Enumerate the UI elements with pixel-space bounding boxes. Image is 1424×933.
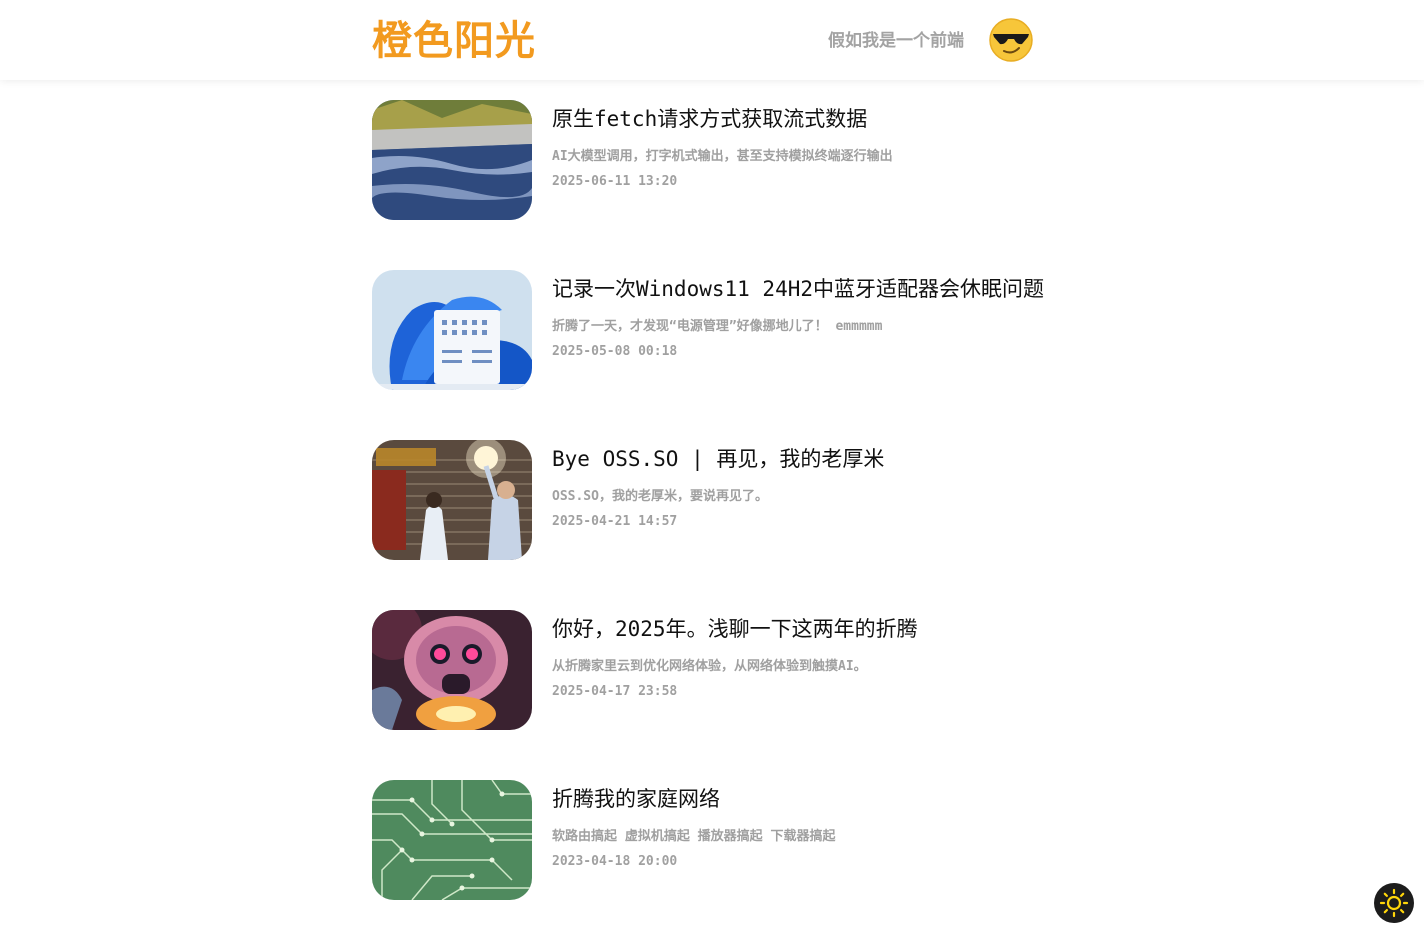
- post-item[interactable]: 原生fetch请求方式获取流式数据 AI大模型调用，打字机式输出，甚至支持模拟终…: [372, 100, 1052, 220]
- post-date: 2025-04-21 14:57: [552, 514, 678, 529]
- site-logo[interactable]: 橙色阳光: [372, 16, 536, 66]
- post-date: 2025-04-17 23:58: [552, 684, 678, 699]
- post-title[interactable]: 折腾我的家庭网络: [552, 784, 720, 814]
- post-title[interactable]: 记录一次Windows11 24H2中蓝牙适配器会休眠问题: [552, 274, 1044, 304]
- theme-toggle-button[interactable]: [1374, 883, 1414, 923]
- movie-scene-image[interactable]: [372, 440, 532, 560]
- post-item[interactable]: 折腾我的家庭网络 软路由搞起 虚拟机搞起 播放器搞起 下载器搞起 2023-04…: [372, 780, 1052, 900]
- sunglasses-emoji-icon[interactable]: [988, 17, 1034, 63]
- post-item[interactable]: 你好，2025年。浅聊一下这两年的折腾 从折腾家里云到优化网络体验，从网络体验到…: [372, 610, 1052, 730]
- sun-icon: [1379, 888, 1409, 918]
- post-description: OSS.SO，我的老厚米，要说再见了。: [552, 489, 768, 504]
- post-item[interactable]: Bye OSS.SO | 再见，我的老厚米 OSS.SO，我的老厚米，要说再见了…: [372, 440, 1052, 560]
- windows11-image[interactable]: [372, 270, 532, 390]
- post-title[interactable]: Bye OSS.SO | 再见，我的老厚米: [552, 444, 884, 474]
- post-item[interactable]: 记录一次Windows11 24H2中蓝牙适配器会休眠问题 折腾了一天，才发现“…: [372, 270, 1052, 390]
- site-slogan: 假如我是一个前端: [828, 31, 964, 51]
- robot-image[interactable]: [372, 610, 532, 730]
- post-description: 软路由搞起 虚拟机搞起 播放器搞起 下载器搞起: [552, 829, 836, 844]
- site-header: 橙色阳光 假如我是一个前端: [0, 0, 1424, 80]
- post-title[interactable]: 你好，2025年。浅聊一下这两年的折腾: [552, 614, 918, 644]
- post-date: 2025-06-11 13:20: [552, 174, 678, 189]
- circuit-board-image[interactable]: [372, 780, 532, 900]
- waterfall-image[interactable]: [372, 100, 532, 220]
- post-date: 2025-05-08 00:18: [552, 344, 678, 359]
- post-description: AI大模型调用，打字机式输出，甚至支持模拟终端逐行输出: [552, 149, 893, 164]
- post-title[interactable]: 原生fetch请求方式获取流式数据: [552, 104, 867, 134]
- post-description: 从折腾家里云到优化网络体验，从网络体验到触摸AI。: [552, 659, 867, 674]
- post-description: 折腾了一天，才发现“电源管理”好像挪地儿了！ emmmmm: [552, 319, 883, 334]
- post-date: 2023-04-18 20:00: [552, 854, 678, 869]
